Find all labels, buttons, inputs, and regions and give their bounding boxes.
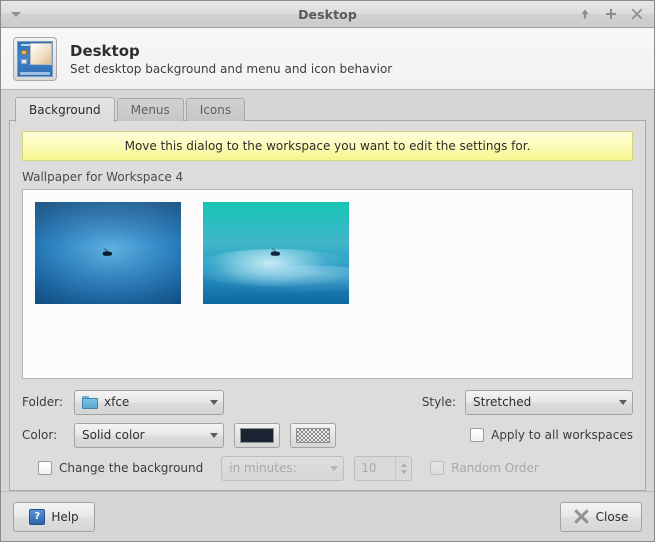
style-combobox[interactable]: Stretched (465, 389, 633, 415)
folder-icon (82, 395, 98, 409)
folder-style-row: Folder: xfce Style: Stretched (22, 388, 633, 416)
apply-to-all-workspaces-label: Apply to all workspaces (491, 428, 633, 442)
folder-label: Folder: (22, 395, 63, 409)
interval-mode-value: in minutes: (229, 461, 297, 475)
wallpaper-list[interactable] (22, 189, 633, 379)
shade-button[interactable] (578, 7, 592, 21)
style-value: Stretched (473, 395, 532, 409)
chevron-down-icon (11, 11, 21, 17)
color-row: Color: Solid color Apply to all workspac… (22, 421, 633, 449)
page-title: Desktop (70, 41, 140, 60)
tab-background[interactable]: Background (15, 97, 115, 122)
interval-value: 10 (361, 461, 377, 475)
apply-to-all-workspaces-checkbox[interactable]: Apply to all workspaces (470, 428, 633, 442)
maximize-button[interactable] (604, 7, 618, 21)
apply-all-group: Apply to all workspaces (470, 428, 633, 442)
close-button[interactable] (630, 7, 644, 21)
tab-menus[interactable]: Menus (116, 98, 184, 121)
xfce-mouse-icon (269, 248, 284, 258)
page-subtitle: Set desktop background and menu and icon… (70, 61, 393, 76)
chevron-down-icon (210, 432, 218, 438)
wallpaper-section-label: Wallpaper for Workspace 4 (22, 170, 184, 184)
dialog-header-text: Desktop Set desktop background and menu … (70, 42, 392, 76)
window-title: Desktop (298, 6, 357, 22)
folder-combobox[interactable]: xfce (74, 389, 224, 415)
desktop-settings-window: Desktop Desktop Set desktop background a… (0, 0, 655, 542)
change-background-checkbox[interactable]: Change the background (38, 461, 203, 475)
help-icon: ? (29, 508, 46, 525)
plus-icon (606, 9, 616, 19)
titlebar: Desktop (1, 1, 654, 28)
tab-background-label: Background (29, 103, 101, 117)
random-order-checkbox[interactable]: Random Order (430, 461, 539, 475)
change-background-label: Change the background (59, 461, 204, 475)
chevron-down-icon[interactable] (400, 469, 407, 474)
chevron-down-icon (330, 465, 339, 471)
chevron-down-icon (619, 399, 627, 405)
spinner-buttons[interactable] (395, 456, 411, 480)
action-bar: ? Help Close (1, 491, 654, 541)
color-mode-combobox[interactable]: Solid color (74, 422, 224, 448)
tab-panel-background: Move this dialog to the workspace you wa… (9, 120, 646, 491)
interval-spinner[interactable]: 10 (354, 455, 413, 481)
help-button-label: Help (51, 509, 79, 524)
window-menu-button[interactable] (1, 1, 31, 28)
background-options: Folder: xfce Style: Stretched Color: Sol… (22, 388, 633, 482)
change-background-row: Change the background in minutes: 10 Ran… (22, 454, 633, 482)
checkbox-box (470, 428, 485, 442)
style-group: Style: Stretched (421, 389, 633, 415)
close-button-label: Close (595, 509, 629, 524)
tab-icons-label: Icons (199, 103, 232, 117)
color-label: Color: (22, 428, 58, 442)
close-dialog-button[interactable]: Close (560, 501, 642, 532)
xfce-mouse-icon (101, 248, 116, 258)
color-swatch-secondary-button[interactable] (290, 422, 336, 448)
checkbox-box (430, 461, 445, 475)
wallpaper-xfce-blue[interactable] (35, 202, 181, 304)
random-order-label: Random Order (451, 461, 539, 475)
chevron-up-icon[interactable] (400, 462, 407, 467)
interval-mode-combobox[interactable]: in minutes: (221, 455, 345, 481)
workspace-notice: Move this dialog to the workspace you wa… (22, 131, 633, 161)
notebook: Background Menus Icons Move this dialog … (1, 90, 654, 491)
desktop-preview-icon (13, 36, 57, 81)
tab-menus-label: Menus (130, 103, 170, 117)
dialog-header: Desktop Set desktop background and menu … (1, 28, 654, 90)
chevron-down-icon (210, 399, 218, 405)
checkbox-box (38, 461, 52, 475)
tab-bar: Background Menus Icons (9, 97, 646, 122)
arrow-up-icon (581, 9, 589, 19)
color-mode-value: Solid color (82, 428, 145, 442)
color-swatch-primary-button[interactable] (234, 422, 280, 448)
color-swatch-secondary (296, 427, 330, 443)
folder-value: xfce (104, 395, 130, 409)
close-x-icon (574, 509, 590, 525)
titlebar-buttons (578, 7, 654, 21)
color-swatch-primary (240, 427, 274, 443)
style-label: Style: (421, 395, 456, 409)
wallpaper-xfce-teal[interactable] (203, 202, 349, 304)
tab-icons[interactable]: Icons (185, 98, 246, 121)
x-icon (631, 8, 643, 20)
help-button[interactable]: ? Help (13, 501, 95, 532)
